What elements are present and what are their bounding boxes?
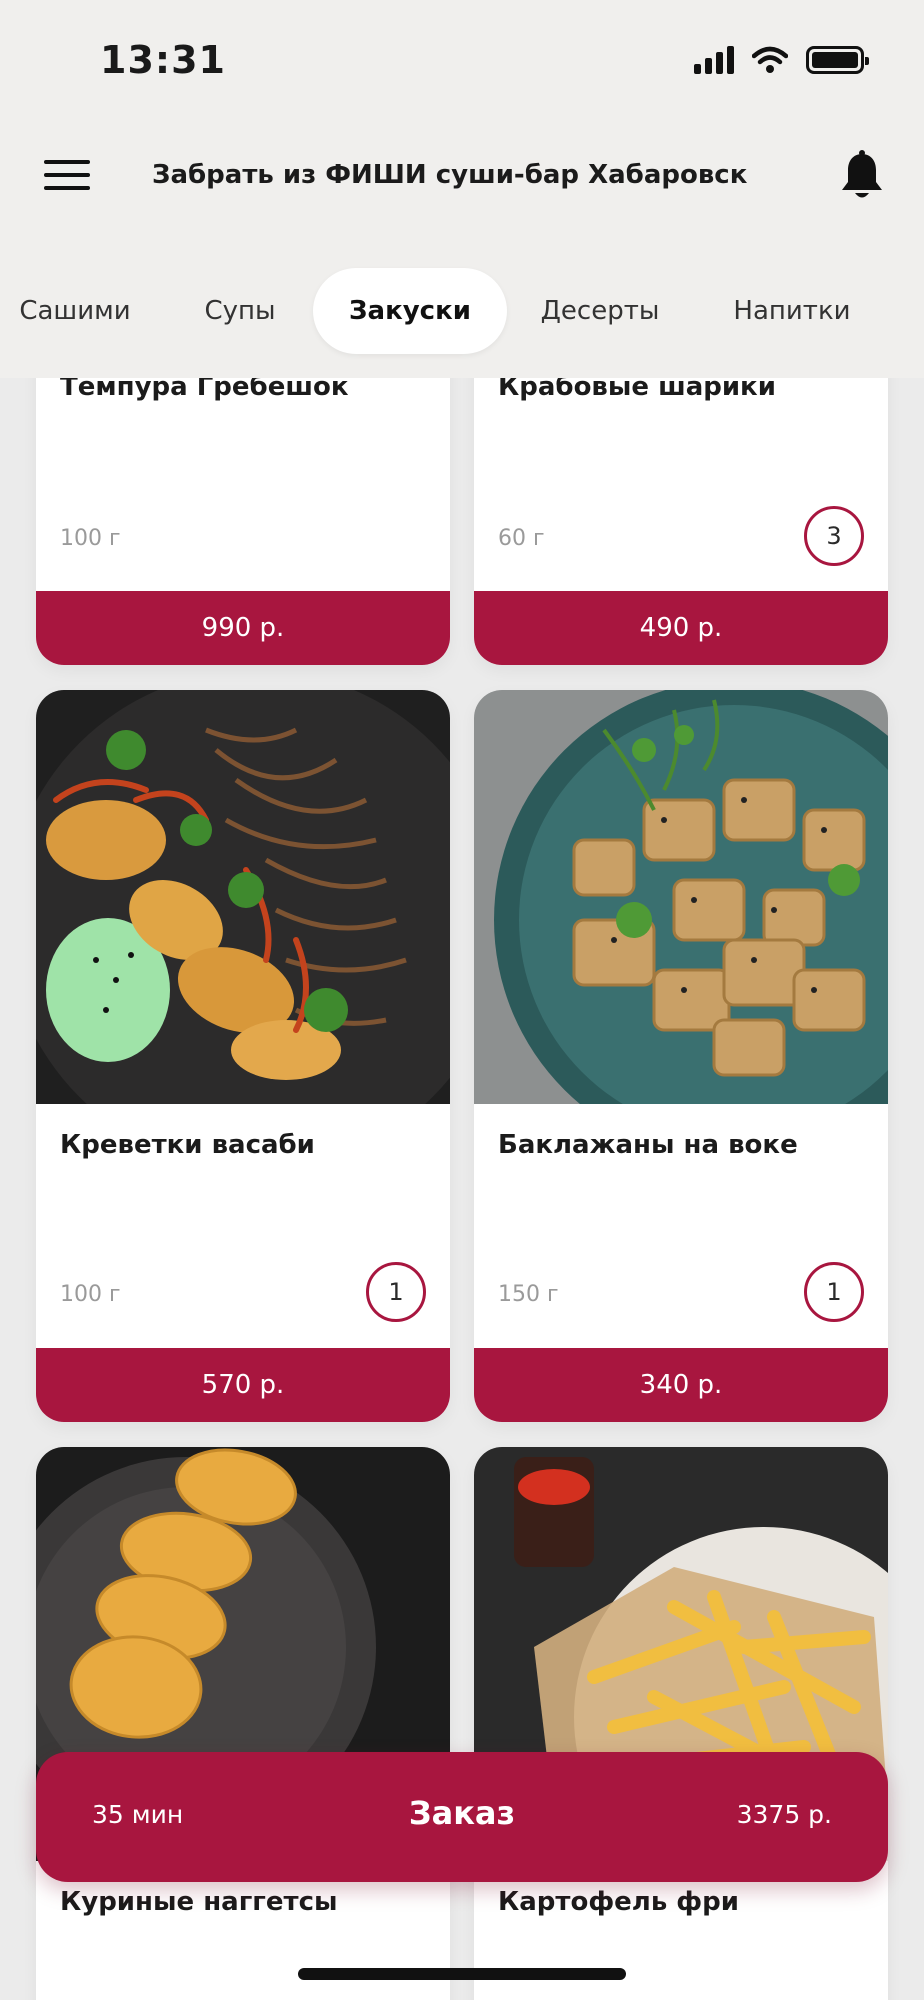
wok-eggplant-image xyxy=(474,690,888,1104)
price-button[interactable]: 340 р. xyxy=(474,1348,888,1422)
battery-icon xyxy=(806,46,869,74)
wifi-icon xyxy=(752,46,788,73)
tab-sashimi[interactable]: Сашими xyxy=(0,268,150,354)
tab-desserts[interactable]: Десерты xyxy=(525,268,675,354)
product-card-crab-balls[interactable]: Крабовые шарики 60 г 3 490 р. xyxy=(474,330,888,665)
status-icons xyxy=(694,46,869,74)
product-card-french-fries[interactable]: Картофель фри xyxy=(474,1447,888,2000)
product-weight: 100 г xyxy=(60,526,121,551)
quantity-badge[interactable]: 1 xyxy=(804,1262,864,1322)
product-name: Креветки васаби xyxy=(60,1130,315,1160)
quantity-badge[interactable]: 3 xyxy=(804,506,864,566)
wasabi-shrimp-image xyxy=(36,690,450,1104)
tab-appetizers[interactable]: Закуски xyxy=(313,268,507,354)
product-weight: 60 г xyxy=(498,526,545,551)
order-button[interactable]: 35 мин Заказ 3375 р. xyxy=(36,1752,888,1882)
quantity-badge[interactable]: 1 xyxy=(366,1262,426,1322)
product-card-chicken-nuggets[interactable]: Куриные наггетсы xyxy=(36,1447,450,2000)
status-time: 13:31 xyxy=(100,38,226,82)
product-weight: 100 г xyxy=(60,1282,121,1307)
category-tabs: Сашими Супы Закуски Десерты Напитки xyxy=(0,268,924,354)
header-title[interactable]: Забрать из ФИШИ суши-бар Хабаровск xyxy=(152,160,747,190)
product-name: Куриные наггетсы xyxy=(60,1887,338,1917)
product-card-tempura-scallop[interactable]: Темпура Гребешок 100 г 990 р. xyxy=(36,330,450,665)
product-name: Баклажаны на воке xyxy=(498,1130,798,1160)
product-name: Картофель фри xyxy=(498,1887,739,1917)
order-total: 3375 р. xyxy=(736,1800,832,1829)
tab-soups[interactable]: Супы xyxy=(180,268,300,354)
bell-icon[interactable] xyxy=(834,148,890,204)
price-button[interactable]: 490 р. xyxy=(474,591,888,665)
home-indicator[interactable] xyxy=(298,1968,626,1980)
tab-drinks[interactable]: Напитки xyxy=(712,268,872,354)
product-card-wasabi-shrimp[interactable]: Креветки васаби 100 г 1 570 р. xyxy=(36,690,450,1422)
product-card-wok-eggplant[interactable]: Баклажаны на воке 150 г 1 340 р. xyxy=(474,690,888,1422)
menu-icon[interactable] xyxy=(44,160,90,194)
signal-icon xyxy=(694,46,734,74)
price-button[interactable]: 570 р. xyxy=(36,1348,450,1422)
price-button[interactable]: 990 р. xyxy=(36,591,450,665)
product-weight: 150 г xyxy=(498,1282,559,1307)
top-bar: 13:31 Забрать из ФИШИ суши-бар Хабаровск… xyxy=(0,0,924,378)
